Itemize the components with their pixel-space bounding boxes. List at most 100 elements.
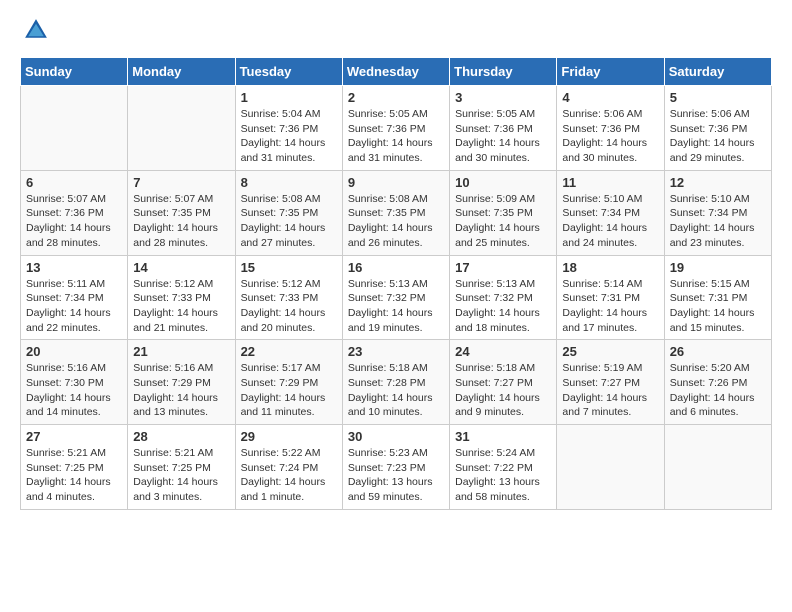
day-info: Sunrise: 5:12 AMSunset: 7:33 PMDaylight:… xyxy=(133,277,229,336)
day-info: Sunrise: 5:09 AMSunset: 7:35 PMDaylight:… xyxy=(455,192,551,251)
calendar-cell: 2 Sunrise: 5:05 AMSunset: 7:36 PMDaylight… xyxy=(342,86,449,171)
day-info: Sunrise: 5:06 AMSunset: 7:36 PMDaylight:… xyxy=(562,107,658,166)
day-info: Sunrise: 5:07 AMSunset: 7:36 PMDaylight:… xyxy=(26,192,122,251)
day-number: 14 xyxy=(133,260,229,275)
day-number: 9 xyxy=(348,175,444,190)
day-number: 31 xyxy=(455,429,551,444)
day-info: Sunrise: 5:10 AMSunset: 7:34 PMDaylight:… xyxy=(562,192,658,251)
day-info: Sunrise: 5:11 AMSunset: 7:34 PMDaylight:… xyxy=(26,277,122,336)
day-info: Sunrise: 5:20 AMSunset: 7:26 PMDaylight:… xyxy=(670,361,766,420)
day-info: Sunrise: 5:18 AMSunset: 7:28 PMDaylight:… xyxy=(348,361,444,420)
calendar-cell: 1 Sunrise: 5:04 AMSunset: 7:36 PMDaylight… xyxy=(235,86,342,171)
day-number: 24 xyxy=(455,344,551,359)
day-info: Sunrise: 5:16 AMSunset: 7:29 PMDaylight:… xyxy=(133,361,229,420)
calendar-cell: 26 Sunrise: 5:20 AMSunset: 7:26 PMDayligh… xyxy=(664,340,771,425)
day-info: Sunrise: 5:23 AMSunset: 7:23 PMDaylight:… xyxy=(348,446,444,505)
day-header-saturday: Saturday xyxy=(664,58,771,86)
day-number: 13 xyxy=(26,260,122,275)
day-info: Sunrise: 5:17 AMSunset: 7:29 PMDaylight:… xyxy=(241,361,337,420)
calendar-cell: 16 Sunrise: 5:13 AMSunset: 7:32 PMDayligh… xyxy=(342,255,449,340)
day-info: Sunrise: 5:12 AMSunset: 7:33 PMDaylight:… xyxy=(241,277,337,336)
day-number: 25 xyxy=(562,344,658,359)
calendar-cell: 9 Sunrise: 5:08 AMSunset: 7:35 PMDaylight… xyxy=(342,170,449,255)
day-number: 19 xyxy=(670,260,766,275)
day-header-friday: Friday xyxy=(557,58,664,86)
day-number: 23 xyxy=(348,344,444,359)
calendar-cell: 7 Sunrise: 5:07 AMSunset: 7:35 PMDaylight… xyxy=(128,170,235,255)
day-number: 5 xyxy=(670,90,766,105)
day-number: 21 xyxy=(133,344,229,359)
day-info: Sunrise: 5:08 AMSunset: 7:35 PMDaylight:… xyxy=(348,192,444,251)
calendar-cell: 21 Sunrise: 5:16 AMSunset: 7:29 PMDayligh… xyxy=(128,340,235,425)
day-number: 3 xyxy=(455,90,551,105)
day-number: 18 xyxy=(562,260,658,275)
day-number: 8 xyxy=(241,175,337,190)
calendar-cell: 10 Sunrise: 5:09 AMSunset: 7:35 PMDayligh… xyxy=(450,170,557,255)
calendar-cell: 18 Sunrise: 5:14 AMSunset: 7:31 PMDayligh… xyxy=(557,255,664,340)
day-info: Sunrise: 5:16 AMSunset: 7:30 PMDaylight:… xyxy=(26,361,122,420)
day-info: Sunrise: 5:07 AMSunset: 7:35 PMDaylight:… xyxy=(133,192,229,251)
day-number: 29 xyxy=(241,429,337,444)
calendar-cell xyxy=(21,86,128,171)
calendar-week-3: 13 Sunrise: 5:11 AMSunset: 7:34 PMDayligh… xyxy=(21,255,772,340)
calendar-cell: 28Sunrise: 5:21 AMSunset: 7:25 PMDayligh… xyxy=(128,425,235,510)
day-info: Sunrise: 5:13 AMSunset: 7:32 PMDaylight:… xyxy=(348,277,444,336)
day-info: Sunrise: 5:21 AMSunset: 7:25 PMDaylight:… xyxy=(26,446,122,505)
day-header-thursday: Thursday xyxy=(450,58,557,86)
calendar-cell: 12Sunrise: 5:10 AMSunset: 7:34 PMDayligh… xyxy=(664,170,771,255)
day-info: Sunrise: 5:05 AMSunset: 7:36 PMDaylight:… xyxy=(455,107,551,166)
day-number: 28 xyxy=(133,429,229,444)
calendar-cell: 25 Sunrise: 5:19 AMSunset: 7:27 PMDayligh… xyxy=(557,340,664,425)
day-number: 26 xyxy=(670,344,766,359)
day-info: Sunrise: 5:14 AMSunset: 7:31 PMDaylight:… xyxy=(562,277,658,336)
calendar-header-row: SundayMondayTuesdayWednesdayThursdayFrid… xyxy=(21,58,772,86)
day-number: 2 xyxy=(348,90,444,105)
logo xyxy=(20,16,50,49)
calendar-cell: 19 Sunrise: 5:15 AMSunset: 7:31 PMDayligh… xyxy=(664,255,771,340)
day-header-wednesday: Wednesday xyxy=(342,58,449,86)
calendar-table: SundayMondayTuesdayWednesdayThursdayFrid… xyxy=(20,57,772,510)
day-info: Sunrise: 5:15 AMSunset: 7:31 PMDaylight:… xyxy=(670,277,766,336)
calendar-cell: 14 Sunrise: 5:12 AMSunset: 7:33 PMDayligh… xyxy=(128,255,235,340)
calendar-cell: 8 Sunrise: 5:08 AMSunset: 7:35 PMDaylight… xyxy=(235,170,342,255)
calendar-cell: 5 Sunrise: 5:06 AMSunset: 7:36 PMDaylight… xyxy=(664,86,771,171)
calendar-week-2: 6 Sunrise: 5:07 AMSunset: 7:36 PMDaylight… xyxy=(21,170,772,255)
calendar-cell: 13 Sunrise: 5:11 AMSunset: 7:34 PMDayligh… xyxy=(21,255,128,340)
day-number: 16 xyxy=(348,260,444,275)
day-number: 1 xyxy=(241,90,337,105)
day-header-monday: Monday xyxy=(128,58,235,86)
calendar-cell: 20 Sunrise: 5:16 AMSunset: 7:30 PMDayligh… xyxy=(21,340,128,425)
calendar-cell: 23 Sunrise: 5:18 AMSunset: 7:28 PMDayligh… xyxy=(342,340,449,425)
day-info: Sunrise: 5:19 AMSunset: 7:27 PMDaylight:… xyxy=(562,361,658,420)
calendar-cell: 4 Sunrise: 5:06 AMSunset: 7:36 PMDaylight… xyxy=(557,86,664,171)
calendar-cell xyxy=(557,425,664,510)
calendar-week-4: 20 Sunrise: 5:16 AMSunset: 7:30 PMDayligh… xyxy=(21,340,772,425)
day-number: 7 xyxy=(133,175,229,190)
day-header-tuesday: Tuesday xyxy=(235,58,342,86)
calendar-cell: 15 Sunrise: 5:12 AMSunset: 7:33 PMDayligh… xyxy=(235,255,342,340)
day-header-sunday: Sunday xyxy=(21,58,128,86)
calendar-cell: 17Sunrise: 5:13 AMSunset: 7:32 PMDayligh… xyxy=(450,255,557,340)
calendar-cell xyxy=(664,425,771,510)
page-header xyxy=(20,16,772,49)
day-number: 10 xyxy=(455,175,551,190)
day-info: Sunrise: 5:05 AMSunset: 7:36 PMDaylight:… xyxy=(348,107,444,166)
day-number: 30 xyxy=(348,429,444,444)
day-number: 20 xyxy=(26,344,122,359)
day-info: Sunrise: 5:08 AMSunset: 7:35 PMDaylight:… xyxy=(241,192,337,251)
calendar-cell: 22Sunrise: 5:17 AMSunset: 7:29 PMDayligh… xyxy=(235,340,342,425)
day-info: Sunrise: 5:04 AMSunset: 7:36 PMDaylight:… xyxy=(241,107,337,166)
calendar-cell: 29 Sunrise: 5:22 AMSunset: 7:24 PMDayligh… xyxy=(235,425,342,510)
calendar-cell: 11Sunrise: 5:10 AMSunset: 7:34 PMDayligh… xyxy=(557,170,664,255)
calendar-cell xyxy=(128,86,235,171)
day-info: Sunrise: 5:22 AMSunset: 7:24 PMDaylight:… xyxy=(241,446,337,505)
calendar-cell: 24 Sunrise: 5:18 AMSunset: 7:27 PMDayligh… xyxy=(450,340,557,425)
calendar-cell: 27Sunrise: 5:21 AMSunset: 7:25 PMDayligh… xyxy=(21,425,128,510)
day-number: 4 xyxy=(562,90,658,105)
day-info: Sunrise: 5:06 AMSunset: 7:36 PMDaylight:… xyxy=(670,107,766,166)
day-number: 6 xyxy=(26,175,122,190)
calendar-week-5: 27Sunrise: 5:21 AMSunset: 7:25 PMDayligh… xyxy=(21,425,772,510)
day-number: 15 xyxy=(241,260,337,275)
day-info: Sunrise: 5:13 AMSunset: 7:32 PMDaylight:… xyxy=(455,277,551,336)
day-info: Sunrise: 5:18 AMSunset: 7:27 PMDaylight:… xyxy=(455,361,551,420)
